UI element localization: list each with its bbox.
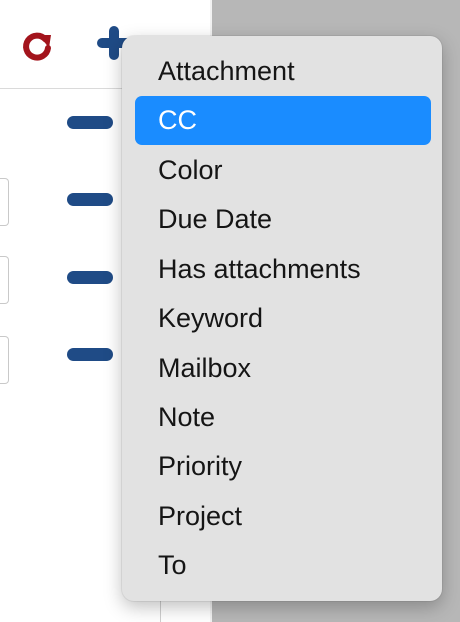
remove-rule-button[interactable] — [67, 116, 113, 129]
menu-item-color[interactable]: Color — [135, 146, 431, 195]
menu-item-mailbox[interactable]: Mailbox — [135, 344, 431, 393]
menu-item-keyword[interactable]: Keyword — [135, 294, 431, 343]
menu-item-attachment[interactable]: Attachment — [135, 47, 431, 96]
menu-item-project[interactable]: Project — [135, 492, 431, 541]
rule-field-edge[interactable] — [0, 178, 9, 226]
menu-item-cc[interactable]: CC — [135, 96, 431, 145]
menu-item-due-date[interactable]: Due Date — [135, 195, 431, 244]
refresh-icon[interactable] — [18, 27, 56, 65]
rule-field-edge[interactable] — [0, 336, 9, 384]
criteria-dropdown-menu: Attachment CC Color Due Date Has attachm… — [122, 36, 442, 601]
menu-item-note[interactable]: Note — [135, 393, 431, 442]
remove-rule-button[interactable] — [67, 348, 113, 361]
remove-rule-button[interactable] — [67, 193, 113, 206]
menu-item-has-attachments[interactable]: Has attachments — [135, 245, 431, 294]
remove-rule-button[interactable] — [67, 271, 113, 284]
menu-item-priority[interactable]: Priority — [135, 442, 431, 491]
rule-field-edge[interactable] — [0, 256, 9, 304]
menu-item-to[interactable]: To — [135, 541, 431, 590]
